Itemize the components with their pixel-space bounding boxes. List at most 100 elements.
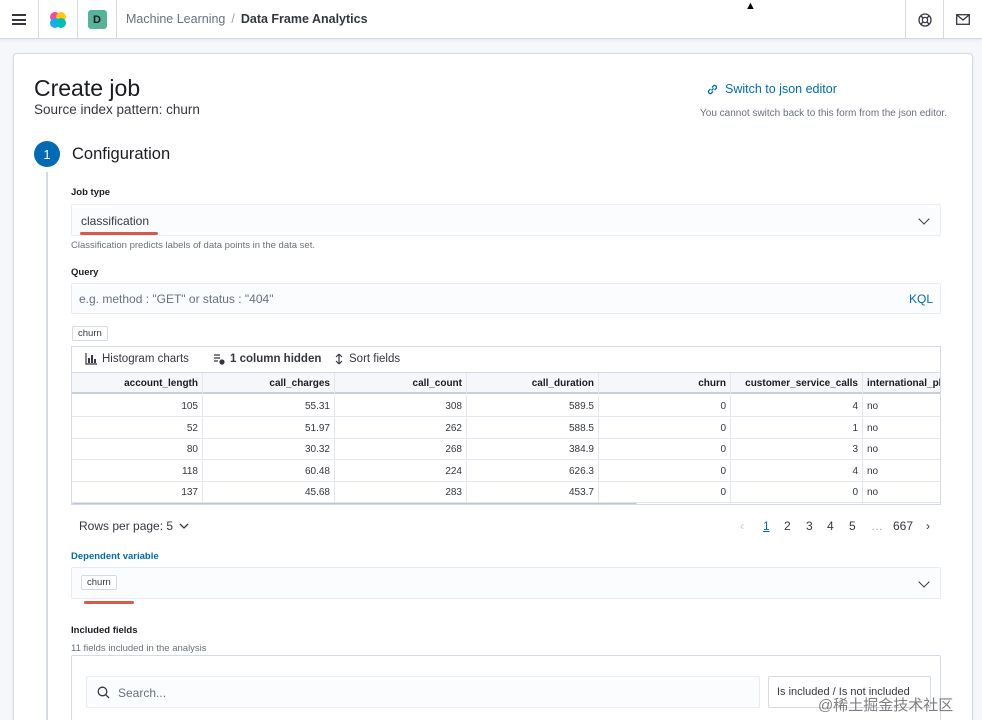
breadcrumb-machine-learning[interactable]: Machine Learning	[126, 12, 225, 26]
table-cell[interactable]: no	[863, 461, 940, 482]
table-cell[interactable]: 626.3	[467, 460, 599, 482]
hamburger-icon	[12, 14, 26, 25]
table-cell[interactable]: 0	[599, 460, 731, 482]
divider	[116, 0, 117, 39]
help-lifebuoy-icon	[917, 12, 932, 27]
data-grid-header-row: account_length call_charges call_count c…	[72, 373, 940, 394]
page-link-5[interactable]: 5	[849, 519, 856, 533]
table-cell[interactable]: 55.31	[203, 396, 335, 417]
job-type-select[interactable]: classification	[71, 204, 941, 236]
table-cell[interactable]: 589.5	[467, 396, 599, 417]
column-header[interactable]: customer_service_calls	[731, 373, 863, 394]
space-selector[interactable]: D	[78, 0, 116, 39]
table-cell[interactable]: 80	[72, 439, 203, 460]
search-icon	[97, 686, 110, 699]
switch-to-json-editor-label: Switch to json editor	[725, 82, 837, 96]
column-header[interactable]: call_count	[335, 373, 467, 394]
chevron-down-icon	[918, 213, 930, 225]
page-ellipsis: …	[871, 519, 883, 533]
table-cell[interactable]: 0	[731, 482, 863, 503]
page-subtitle: Source index pattern: churn	[34, 102, 200, 117]
search-placeholder: Search...	[118, 686, 167, 700]
previous-page-icon[interactable]: ‹	[740, 519, 744, 533]
space-avatar: D	[87, 10, 107, 29]
column-header[interactable]: call_duration	[467, 373, 599, 394]
index-pattern-badge: churn	[72, 326, 108, 341]
table-cell[interactable]: 0	[599, 396, 731, 417]
table-cell[interactable]: 224	[335, 460, 467, 482]
sort-fields-button[interactable]: Sort fields	[334, 353, 400, 365]
histogram-charts-button[interactable]: Histogram charts	[85, 353, 189, 365]
histogram-charts-label: Histogram charts	[102, 353, 189, 365]
table-cell[interactable]: 0	[599, 482, 731, 503]
page-title: Create job	[34, 75, 141, 101]
table-cell[interactable]: 51.97	[203, 417, 335, 439]
page-link-1[interactable]: 1	[763, 519, 770, 533]
dependent-variable-value: churn	[81, 575, 117, 590]
table-cell[interactable]: 52	[72, 417, 203, 439]
data-grid: Histogram charts 1 column hidden Sort fi…	[71, 346, 941, 505]
json-editor-note: You cannot switch back to this form from…	[700, 108, 947, 119]
table-cell[interactable]: 30.32	[203, 439, 335, 460]
step-connector-line	[46, 172, 48, 720]
included-fields-search[interactable]: Search...	[86, 676, 760, 708]
column-header[interactable]: call_charges	[203, 373, 335, 394]
table-cell[interactable]: 262	[335, 417, 467, 439]
table-cell[interactable]: 4	[731, 396, 863, 417]
job-type-value: classification	[81, 214, 150, 228]
table-cell[interactable]: 3	[731, 439, 863, 460]
column-selector-button[interactable]: 1 column hidden	[213, 353, 321, 365]
table-cell[interactable]: 588.5	[467, 417, 599, 439]
table-cell[interactable]: 118	[72, 460, 203, 482]
next-page-icon[interactable]: ›	[926, 519, 930, 533]
page-link-4[interactable]: 4	[827, 519, 834, 533]
table-cell[interactable]: 384.9	[467, 439, 599, 460]
watermark: @稀土掘金技术社区	[818, 697, 954, 714]
table-row: 118 60.48 224 626.3 0 4 no	[72, 460, 940, 482]
page-link-2[interactable]: 2	[784, 519, 791, 533]
help-button[interactable]	[906, 0, 943, 39]
table-cell[interactable]: 60.48	[203, 460, 335, 482]
table-cell[interactable]: 1	[731, 417, 863, 439]
chevron-down-icon	[179, 523, 189, 529]
mail-icon	[956, 14, 970, 25]
table-cell[interactable]: 283	[335, 482, 467, 503]
horizontal-scrollbar[interactable]	[72, 503, 637, 504]
newsfeed-button[interactable]	[944, 0, 982, 39]
sort-icon	[335, 353, 343, 365]
step-title: Configuration	[72, 145, 171, 163]
column-hidden-label: 1 column hidden	[230, 353, 322, 365]
column-header[interactable]: account_length	[72, 373, 203, 394]
menu-button[interactable]	[0, 0, 38, 39]
query-placeholder: e.g. method : "GET" or status : "404"	[79, 292, 274, 306]
histogram-icon	[85, 353, 97, 365]
table-row: 52 51.97 262 588.5 0 1 no	[72, 417, 940, 439]
dependent-variable-select[interactable]: churn	[71, 567, 941, 599]
table-cell[interactable]: 308	[335, 396, 467, 417]
create-job-panel: Create job Source index pattern: churn S…	[13, 53, 973, 720]
page-link-3[interactable]: 3	[806, 519, 813, 533]
switch-to-json-editor-link[interactable]: Switch to json editor	[706, 82, 837, 96]
elastic-logo-icon	[50, 11, 66, 28]
table-cell[interactable]: no	[863, 439, 940, 460]
table-cell[interactable]: 453.7	[467, 482, 599, 503]
rows-per-page-button[interactable]: Rows per page: 5	[79, 519, 189, 533]
elastic-logo-button[interactable]	[39, 0, 77, 39]
table-cell[interactable]: no	[863, 482, 940, 503]
table-cell[interactable]: 105	[72, 396, 203, 417]
page-link-667[interactable]: 667	[893, 519, 913, 533]
table-cell[interactable]: no	[863, 396, 940, 417]
table-cell[interactable]: 0	[599, 417, 731, 439]
table-cell[interactable]: 0	[599, 439, 731, 460]
column-header[interactable]: international_pl	[863, 373, 940, 394]
table-cell[interactable]: no	[863, 418, 940, 439]
table-cell[interactable]: 268	[335, 439, 467, 460]
column-header[interactable]: churn	[599, 373, 731, 394]
table-cell[interactable]: 45.68	[203, 482, 335, 503]
table-cell[interactable]: 137	[72, 482, 203, 503]
query-input[interactable]: e.g. method : "GET" or status : "404" KQ…	[71, 283, 941, 314]
kql-toggle-button[interactable]: KQL	[909, 292, 933, 306]
job-type-label: Job type	[71, 187, 111, 198]
table-cell[interactable]: 4	[731, 460, 863, 482]
included-fields-label: Included fields	[71, 625, 138, 636]
